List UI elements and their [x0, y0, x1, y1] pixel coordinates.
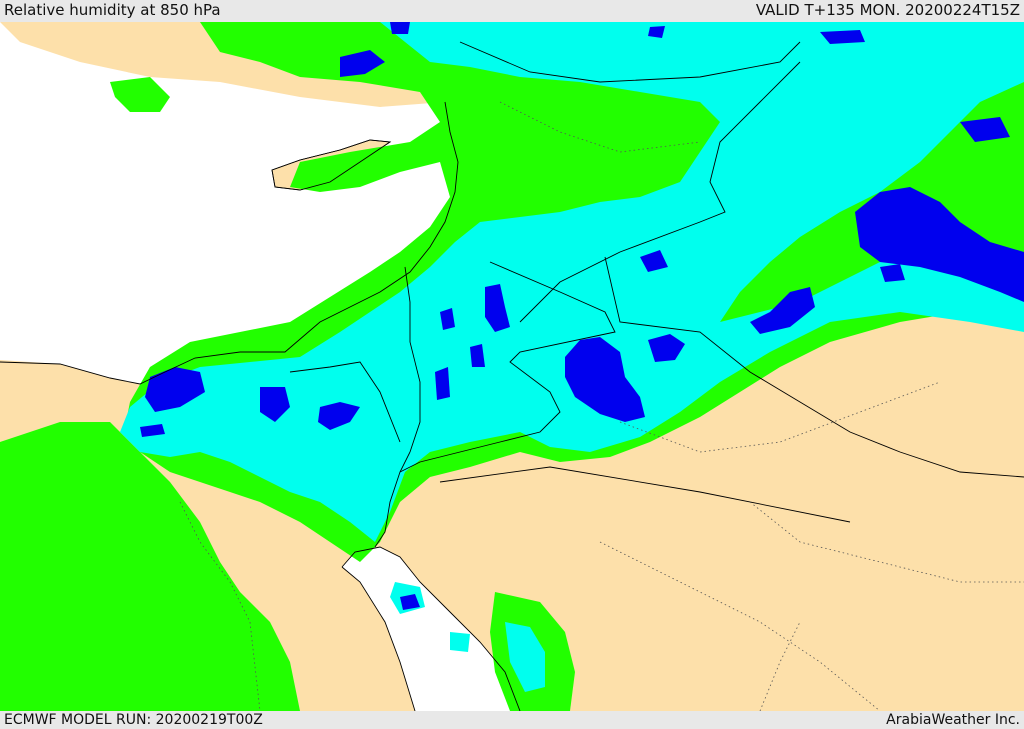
footer-bar: ECMWF MODEL RUN: 20200219T00Z ArabiaWeat…: [0, 711, 1024, 729]
credit-label: ArabiaWeather Inc.: [886, 712, 1020, 728]
header-bar: Relative humidity at 850 hPa VALID T+135…: [0, 0, 1024, 22]
model-run-label: ECMWF MODEL RUN: 20200219T00Z: [4, 712, 263, 728]
humidity-map: [0, 22, 1024, 711]
valid-time: VALID T+135 MON. 20200224T15Z: [755, 1, 1020, 19]
map-title: Relative humidity at 850 hPa: [4, 1, 221, 19]
